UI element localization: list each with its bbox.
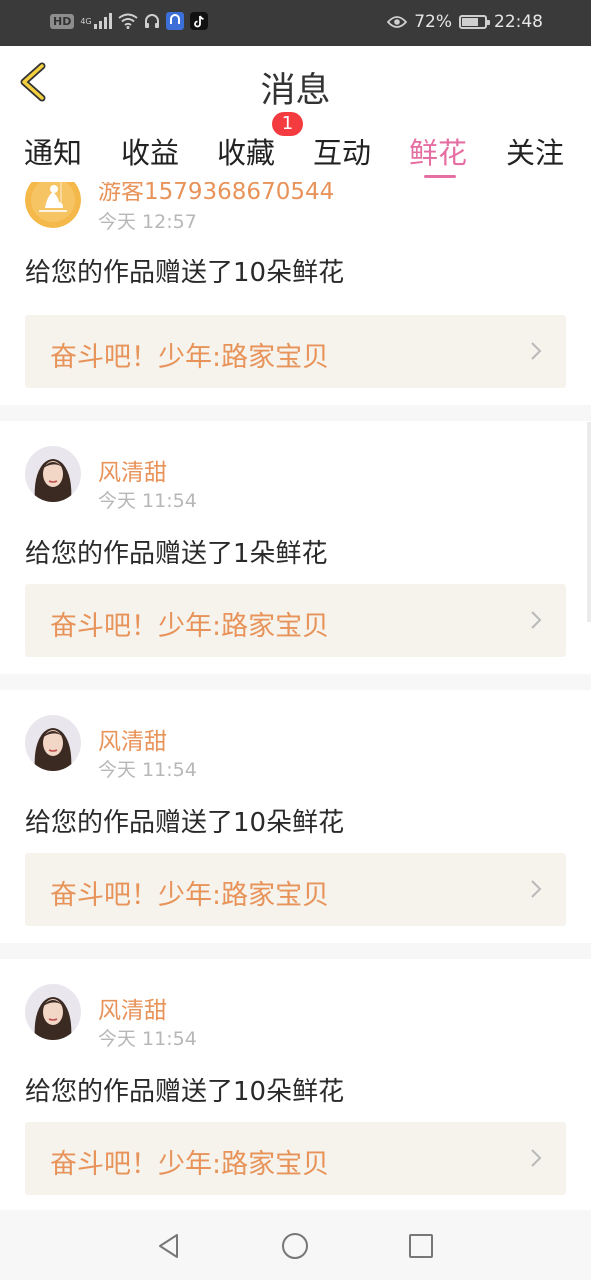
message-feed[interactable]: 游客1579368670544 今天 12:57 给您的作品赠送了10朵鲜花 奋… (0, 182, 591, 1210)
gift-message: 给您的作品赠送了10朵鲜花 (25, 258, 345, 288)
chevron-right-icon (531, 611, 542, 629)
gift-message: 给您的作品赠送了10朵鲜花 (25, 808, 345, 838)
guest-avatar[interactable] (25, 182, 81, 228)
guest-avatar-icon (25, 182, 81, 228)
page-title: 消息 (260, 71, 331, 111)
message-card: 风清甜 今天 11:54 给您的作品赠送了1朵鲜花 奋斗吧！少年:路家宝贝 (0, 421, 591, 674)
scrollbar[interactable] (587, 422, 591, 622)
chevron-right-icon (531, 342, 542, 360)
signal-icon (93, 13, 112, 29)
sent-time: 今天 11:54 (98, 759, 197, 781)
work-title: 奋斗吧！少年:路家宝贝 (50, 342, 330, 373)
battery-icon (459, 15, 490, 29)
wifi-icon (118, 13, 138, 29)
title-bar: 消息 (0, 46, 591, 118)
eye-icon (387, 16, 408, 28)
work-link[interactable]: 奋斗吧！少年:路家宝贝 (25, 315, 566, 388)
sender-name[interactable]: 风清甜 (98, 453, 167, 487)
status-left-icons: HD 4G (50, 12, 208, 30)
nav-home-icon[interactable] (281, 1232, 309, 1260)
chevron-right-icon (531, 880, 542, 898)
user-photo-avatar-icon (25, 446, 81, 502)
hd-indicator: HD (50, 13, 75, 29)
work-link[interactable]: 奋斗吧！少年:路家宝贝 (25, 584, 566, 657)
tab-favorites[interactable]: 收藏 (217, 130, 275, 172)
sender-name[interactable]: 风清甜 (98, 991, 167, 1025)
tab-earnings[interactable]: 收益 (121, 130, 179, 172)
gift-message: 给您的作品赠送了1朵鲜花 (25, 539, 328, 569)
nav-back-icon[interactable] (155, 1232, 183, 1260)
tab-notifications[interactable]: 通知 (24, 130, 82, 172)
work-link[interactable]: 奋斗吧！少年:路家宝贝 (25, 1122, 566, 1195)
sent-time: 今天 11:54 (98, 1028, 197, 1050)
favorites-badge: 1 (272, 112, 303, 136)
chevron-right-icon (531, 1149, 542, 1167)
sent-time: 今天 11:54 (98, 490, 197, 512)
app-notification-icon (165, 12, 184, 30)
message-card: 游客1579368670544 今天 12:57 给您的作品赠送了10朵鲜花 奋… (0, 182, 591, 405)
tab-flowers[interactable]: 鲜花 (409, 130, 467, 172)
user-photo-avatar[interactable] (25, 715, 81, 771)
work-title: 奋斗吧！少年:路家宝贝 (50, 611, 330, 642)
system-nav-bar (0, 1210, 591, 1280)
sender-name[interactable]: 游客1579368670544 (98, 182, 334, 206)
work-title: 奋斗吧！少年:路家宝贝 (50, 1149, 330, 1180)
status-bar: HD 4G 72% 22:48 (0, 0, 591, 46)
user-photo-avatar[interactable] (25, 984, 81, 1040)
gift-message: 给您的作品赠送了10朵鲜花 (25, 1077, 345, 1107)
user-photo-avatar-icon (25, 984, 81, 1040)
message-card: 风清甜 今天 11:54 给您的作品赠送了10朵鲜花 奋斗吧！少年:路家宝贝 (0, 959, 591, 1210)
clock: 22:48 (494, 12, 543, 32)
battery-percent: 72% (414, 12, 452, 32)
user-photo-avatar-icon (25, 715, 81, 771)
user-photo-avatar[interactable] (25, 446, 81, 502)
active-tab-indicator (424, 175, 456, 178)
tab-interactions[interactable]: 互动 (313, 130, 371, 172)
tiktok-icon (189, 12, 208, 30)
work-link[interactable]: 奋斗吧！少年:路家宝贝 (25, 853, 566, 926)
headphones-icon (144, 14, 159, 28)
tab-follows[interactable]: 关注 (506, 130, 564, 172)
nav-recents-icon[interactable] (407, 1232, 435, 1260)
sender-name[interactable]: 风清甜 (98, 722, 167, 756)
work-title: 奋斗吧！少年:路家宝贝 (50, 880, 330, 911)
message-card: 风清甜 今天 11:54 给您的作品赠送了10朵鲜花 奋斗吧！少年:路家宝贝 (0, 690, 591, 943)
status-right: 72% 22:48 (387, 12, 543, 32)
network-type: 4G (80, 16, 92, 26)
sent-time: 今天 12:57 (98, 211, 197, 233)
